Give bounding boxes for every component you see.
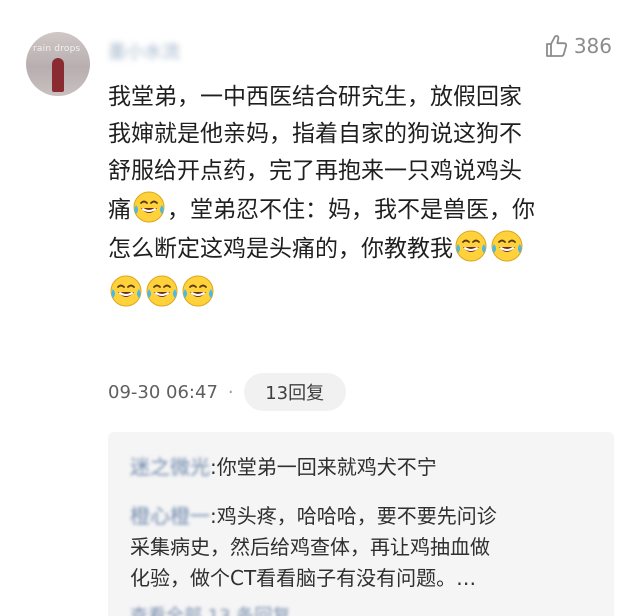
comment-line: 痛 ，堂弟忍不住：妈，我不是兽医，你: [108, 190, 608, 229]
thumb-up-icon: [545, 35, 567, 57]
reply-text: 鸡头疼，哈哈哈，要不要先问诊: [216, 504, 497, 528]
username[interactable]: 墨小水流: [108, 38, 180, 64]
meta-separator: ·: [227, 381, 234, 403]
reply-item[interactable]: 橙心橙一:鸡头疼，哈哈哈，要不要先问诊 采集病史，然后给鸡查体，再让鸡抽血做 化…: [130, 501, 600, 594]
like-count: 386: [573, 34, 612, 58]
comment-body: 我堂弟，一中西医结合研究生，放假回家 我婶就是他亲妈，指着自家的狗说这狗不 舒服…: [108, 79, 608, 313]
comment-time: 09-30 06:47: [108, 381, 218, 403]
reply-text: 你堂弟一回来就鸡犬不宁: [216, 455, 437, 479]
comment-text: 我婶就是他亲妈，指着自家的狗说这狗不: [108, 121, 522, 147]
user-avatar[interactable]: rain drops: [26, 32, 90, 96]
avatar-caption: rain drops: [33, 44, 81, 54]
avatar-figure: [52, 58, 64, 92]
reply-separator: :: [210, 504, 217, 528]
see-all-replies-link[interactable]: 查看全部 13 条回复: [130, 602, 290, 616]
comment-line: 舒服给开点药，完了再抱来一只鸡说鸡头: [108, 153, 608, 190]
reply-count-button[interactable]: 13回复: [243, 373, 346, 411]
laugh-cry-icon: [490, 229, 524, 263]
comment-meta: 09-30 06:47 · 13回复: [108, 373, 346, 411]
reply-line: 橙心橙一:鸡头疼，哈哈哈，要不要先问诊: [130, 501, 600, 532]
reply-panel: 迷之微光:你堂弟一回来就鸡犬不宁 橙心橙一:鸡头疼，哈哈哈，要不要先问诊 采集病…: [108, 432, 614, 616]
laugh-cry-icon: [145, 274, 179, 308]
comment-text: 怎么断定这鸡是头痛的，你教教我: [108, 236, 453, 262]
reply-text: 采集病史，然后给鸡查体，再让鸡抽血做: [130, 535, 490, 559]
laugh-cry-icon: [454, 229, 488, 263]
laugh-cry-icon: [132, 190, 166, 224]
reply-separator: :: [210, 455, 217, 479]
comment-line: [108, 274, 608, 313]
reply-username[interactable]: 橙心橙一: [130, 504, 210, 528]
comment-line: 我婶就是他亲妈，指着自家的狗说这狗不: [108, 116, 608, 153]
comment-text: 舒服给开点药，完了再抱来一只鸡说鸡头: [108, 158, 522, 184]
laugh-cry-icon: [181, 274, 215, 308]
reply-item[interactable]: 迷之微光:你堂弟一回来就鸡犬不宁: [130, 452, 600, 483]
comment-text: 痛: [108, 197, 131, 223]
laugh-cry-icon: [109, 274, 143, 308]
like-button[interactable]: 386: [542, 32, 612, 60]
reply-username[interactable]: 迷之微光: [130, 455, 210, 479]
comment-line: 怎么断定这鸡是头痛的，你教教我: [108, 229, 608, 268]
reply-text: 化验，做个CT看看脑子有没有问题。…: [130, 566, 477, 590]
comment-text: 我堂弟，一中西医结合研究生，放假回家: [108, 84, 522, 110]
comment-line: 我堂弟，一中西医结合研究生，放假回家: [108, 79, 608, 116]
comment-text: ，堂弟忍不住：妈，我不是兽医，你: [167, 197, 535, 223]
